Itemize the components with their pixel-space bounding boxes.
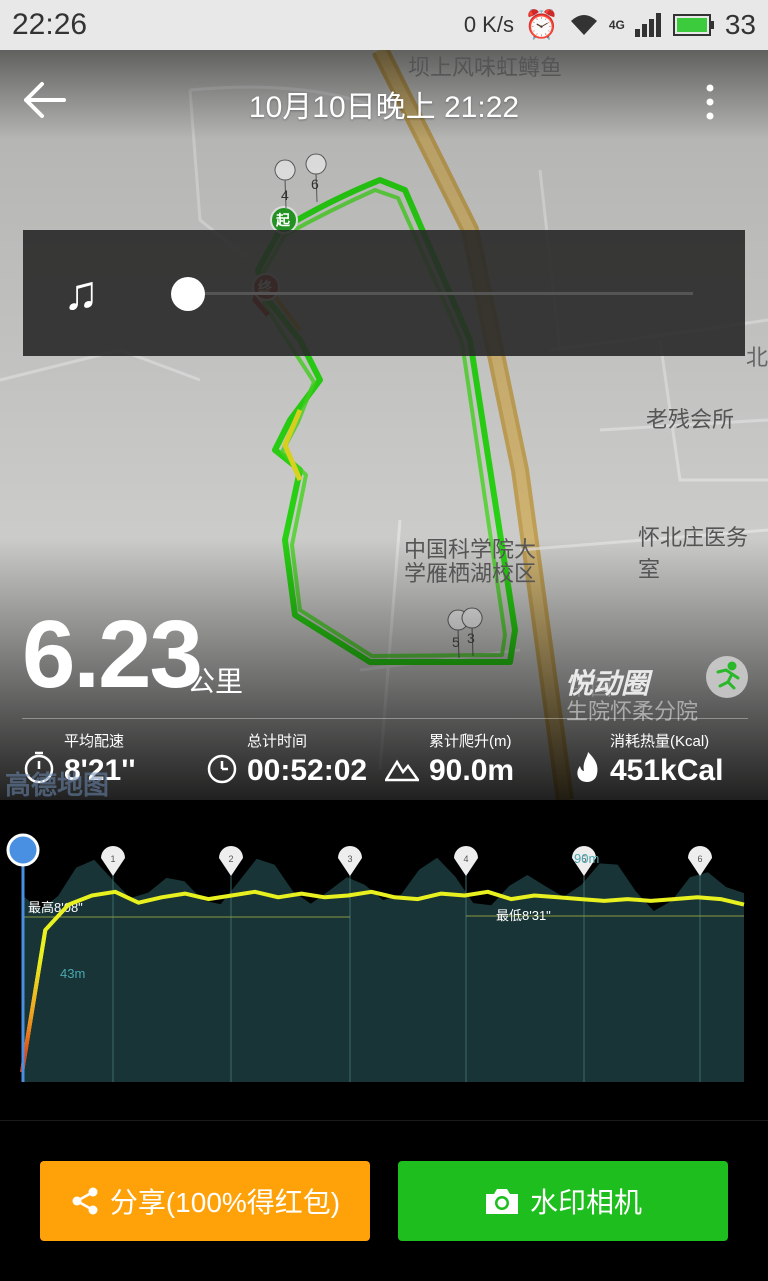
chart-annotation: 43m: [60, 966, 85, 981]
watermark-camera-button[interactable]: 水印相机: [398, 1161, 728, 1241]
km-label: 1: [110, 854, 115, 864]
km-label: 6: [697, 854, 702, 864]
stat-label: 总计时间: [247, 733, 308, 750]
chart-cursor-knob[interactable]: [6, 833, 40, 867]
battery-icon: [672, 13, 714, 36]
km-marker: 5: [452, 634, 460, 650]
stat-value: 00:52:02: [247, 754, 368, 787]
status-bar: 22:26 0 K/s ⏰ 4G 33: [0, 0, 768, 50]
mountain-icon: [385, 759, 419, 782]
page-title: 10月10日晚上 21:22: [248, 91, 520, 124]
chart-annotation: 90m: [574, 851, 599, 866]
stat-label: 消耗热量(Kcal): [610, 733, 710, 750]
header: 10月10日晚上 21:22: [0, 50, 768, 150]
distance-value: 6.23: [22, 601, 203, 708]
share-label: 分享(100%得红包): [109, 1187, 341, 1218]
pace-chart-svg: 1 2 3 4 5 6最高8'08"最低8'31"43m90m: [6, 833, 745, 1082]
music-note-icon[interactable]: ♫: [63, 266, 99, 321]
stat-value: 451kCal: [610, 754, 724, 787]
brand-logo: 悦动圈: [565, 668, 650, 699]
clock-icon: [207, 754, 237, 784]
pace-elevation-chart[interactable]: 1 2 3 4 5 6 最高8'08" 最低8'31" 43m 90m: [0, 800, 768, 1120]
status-time: 22:26: [12, 8, 88, 41]
music-progress-knob[interactable]: [171, 277, 205, 311]
km-marker: 4: [281, 187, 289, 203]
poi-label: 学雁栖湖校区: [404, 561, 537, 586]
signal-icon: [634, 12, 661, 37]
start-marker: 起: [276, 212, 290, 228]
battery-level: 33: [724, 8, 756, 40]
stat-value: 90.0m: [429, 754, 515, 787]
camera-icon: [485, 1189, 518, 1214]
camera-label: 水印相机: [529, 1187, 642, 1218]
net-speed: 0 K/s: [463, 11, 514, 37]
stat-label: 平均配速: [64, 733, 125, 750]
distance-unit: 公里: [187, 666, 244, 697]
music-progress-track[interactable]: [173, 292, 693, 295]
flame-icon: [577, 752, 598, 782]
runner-icon[interactable]: [706, 656, 748, 698]
km-label: 4: [463, 854, 468, 864]
elevation-area: [22, 857, 744, 1082]
action-bar: 分享(100%得红包) 水印相机: [0, 1120, 768, 1281]
poi-label: 怀北庄医务室: [638, 525, 749, 582]
chart-annotation: 最低8'31": [496, 908, 551, 923]
km-marker: 3: [467, 630, 475, 646]
music-player: ♫: [23, 230, 745, 356]
poi-label: 老残会所: [646, 407, 735, 432]
km-label: 3: [347, 854, 352, 864]
km-marker: 6: [311, 176, 319, 192]
wifi-icon: [570, 14, 597, 35]
poi-label: 北: [746, 345, 768, 370]
map-provider-watermark: 高德地图: [5, 770, 110, 800]
divider: [22, 718, 748, 719]
stat-label: 累计爬升(m): [429, 733, 512, 750]
share-button[interactable]: 分享(100%得红包): [40, 1161, 370, 1241]
more-options-icon[interactable]: [702, 82, 718, 122]
alarm-icon: ⏰: [523, 9, 559, 40]
share-icon: [72, 1187, 98, 1215]
km-label: 2: [228, 854, 233, 864]
network-type: 4G: [608, 17, 625, 32]
